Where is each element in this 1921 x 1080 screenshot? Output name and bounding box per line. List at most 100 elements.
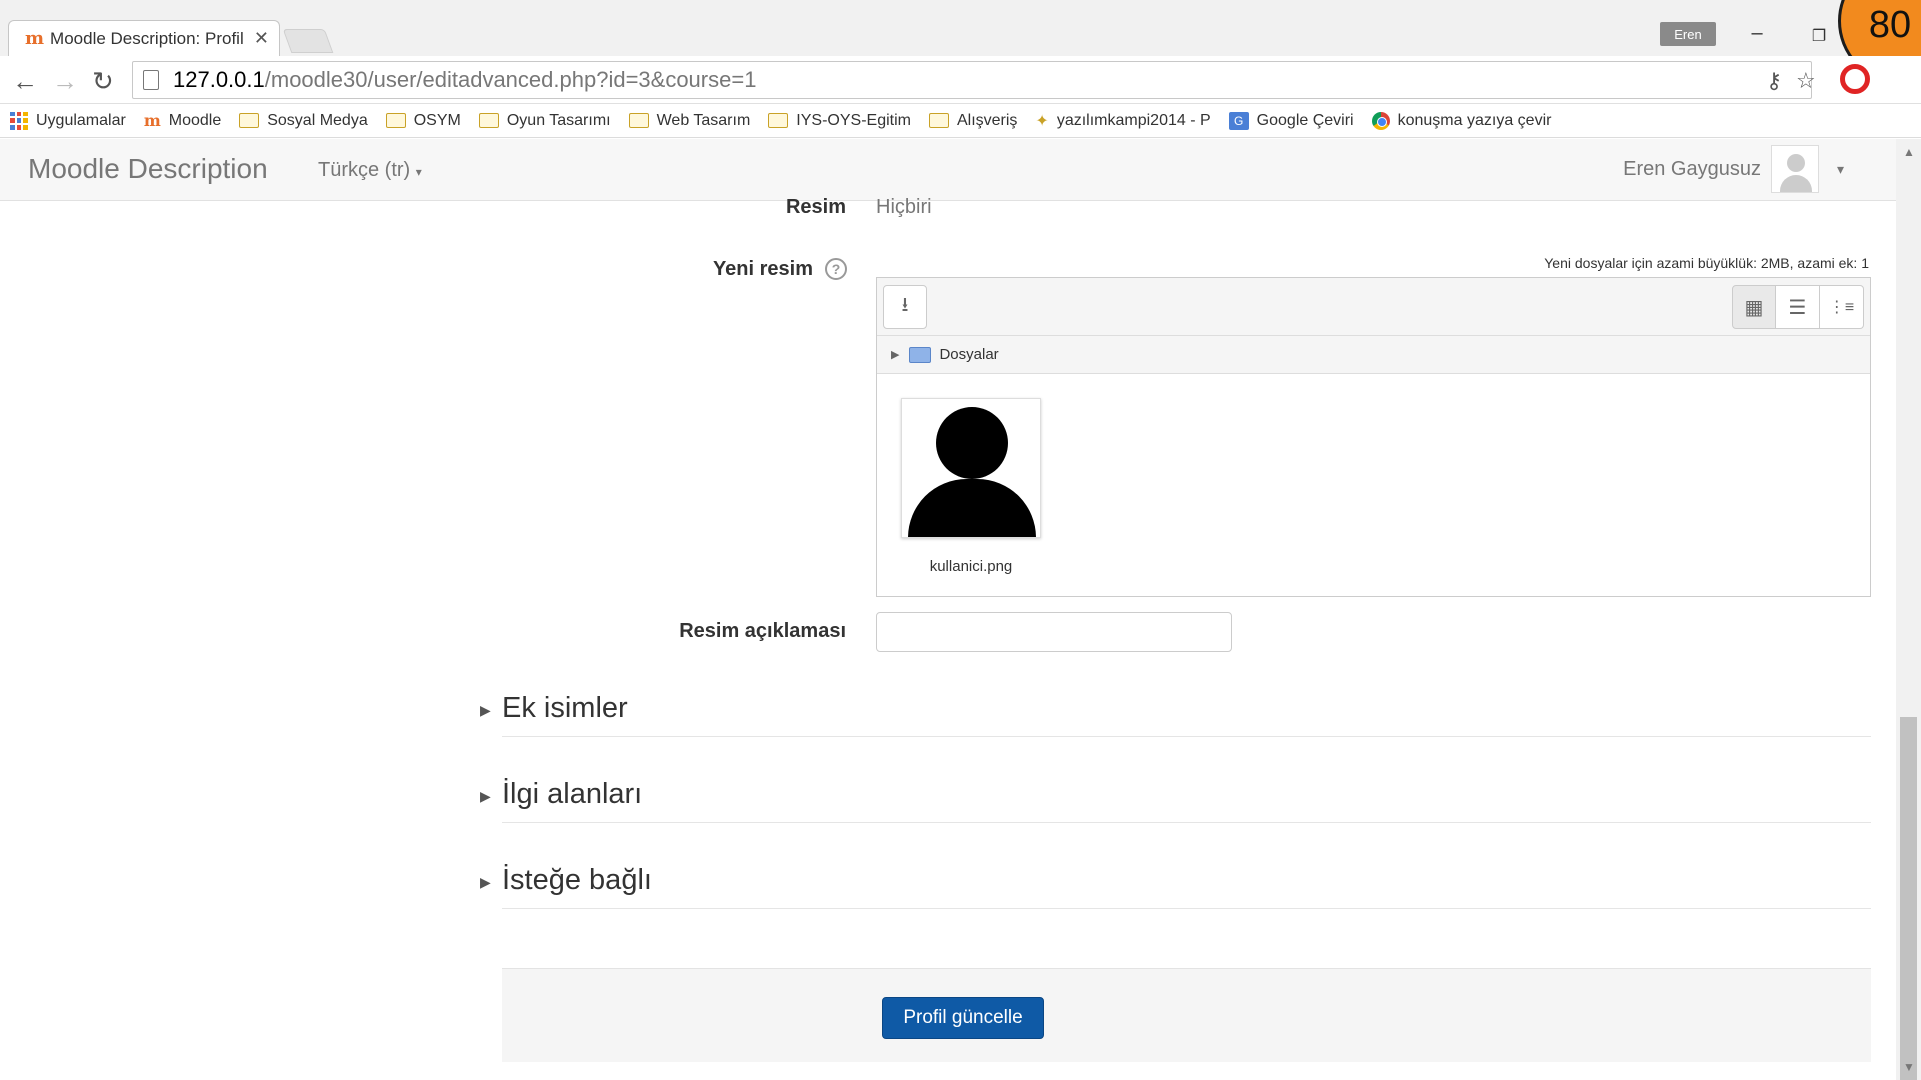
collapse-triangle-icon: ▶ xyxy=(480,788,491,804)
bookmark-star-icon[interactable]: ☆ xyxy=(1796,68,1816,94)
user-menu[interactable]: Eren Gaygusuz ▾ xyxy=(1623,145,1844,193)
max-file-info: Yeni dosyalar için azami büyüklük: 2MB, … xyxy=(1544,255,1869,271)
folder-icon xyxy=(385,113,406,128)
chevron-down-icon: ▾ xyxy=(1836,160,1844,177)
add-file-button[interactable]: ⭳ xyxy=(883,285,927,329)
bookmark-apps[interactable]: Uygulamalar xyxy=(10,111,126,130)
address-bar: ← → ↻ 127.0.0.1/moodle30/user/editadvanc… xyxy=(0,56,1921,104)
folder-icon xyxy=(928,113,949,128)
close-tab-icon[interactable]: ✕ xyxy=(254,28,269,49)
bookmark-label: IYS-OYS-Egitim xyxy=(796,111,911,129)
bookmark-label: Alışveriş xyxy=(956,111,1018,129)
bookmark-folder-web-tasarim[interactable]: Web Tasarım xyxy=(628,111,751,130)
user-name: Eren Gaygusuz xyxy=(1623,157,1761,180)
language-label: Türkçe (tr) xyxy=(318,159,411,181)
section-heading: İsteğe bağlı xyxy=(502,864,652,896)
help-icon[interactable]: ? xyxy=(825,258,847,280)
url-path: /moodle30/user/editadvanced.php?id=3&cou… xyxy=(264,67,757,92)
scrollbar-thumb[interactable] xyxy=(1900,717,1917,1080)
bookmark-label: Uygulamalar xyxy=(36,111,126,129)
folder-icon xyxy=(768,113,789,128)
grid-icon: ▦ xyxy=(1744,296,1764,319)
divider xyxy=(502,736,1871,737)
opera-extension-icon[interactable] xyxy=(1840,64,1870,94)
expand-triangle-icon: ▶ xyxy=(891,349,900,361)
bookmark-folder-sosyal-medya[interactable]: Sosyal Medya xyxy=(239,112,368,130)
folder-icon xyxy=(478,113,499,128)
scroll-down-icon[interactable]: ▼ xyxy=(1903,1060,1915,1074)
site-icon: ✦ xyxy=(1035,112,1049,130)
scroll-up-icon[interactable]: ▲ xyxy=(1903,145,1915,159)
key-icon[interactable]: ⚷ xyxy=(1766,68,1782,94)
bookmark-label: yazılımkampi2014 - P xyxy=(1056,111,1211,129)
collapse-triangle-icon: ▶ xyxy=(480,702,491,718)
bookmarks-bar: Uygulamalar m Moodle Sosyal Medya OSYM O… xyxy=(0,104,1921,138)
browser-profile-chip[interactable]: Eren xyxy=(1660,22,1716,46)
translate-icon: G xyxy=(1228,111,1249,130)
bookmark-label: Google Çeviri xyxy=(1256,111,1354,129)
tree-icon: ⋮≡ xyxy=(1828,299,1855,316)
bookmark-label: Web Tasarım xyxy=(656,111,751,129)
bookmark-label: konuşma yazıya çevir xyxy=(1397,111,1552,129)
section-heading: İlgi alanları xyxy=(502,778,643,810)
file-manager: ⭳ ▦ ☰ ⋮≡ ▶ Dosyalar kullanici.png xyxy=(876,277,1871,597)
download-icon: ⭳ xyxy=(901,294,909,316)
folder-icon xyxy=(239,113,260,128)
new-tab-button[interactable] xyxy=(282,29,334,53)
bookmark-label: OSYM xyxy=(413,111,461,129)
current-picture-value: Hiçbiri xyxy=(876,196,932,218)
bookmark-google-ceviri[interactable]: G Google Çeviri xyxy=(1228,111,1354,130)
url-input[interactable]: 127.0.0.1/moodle30/user/editadvanced.php… xyxy=(132,61,1812,99)
bookmark-moodle[interactable]: m Moodle xyxy=(144,111,221,130)
folder-name: Dosyalar xyxy=(939,346,999,363)
user-silhouette-icon xyxy=(936,407,1008,479)
section-heading: Ek isimler xyxy=(502,692,628,724)
restore-icon[interactable]: ❐ xyxy=(1804,26,1834,46)
section-optional[interactable]: ▶ İsteğe bağlı xyxy=(480,864,1871,909)
picture-description-label: Resim açıklaması xyxy=(679,620,846,642)
bookmark-label: Oyun Tasarımı xyxy=(506,111,611,129)
folder-icon xyxy=(909,346,932,363)
collapse-triangle-icon: ▶ xyxy=(480,874,491,890)
icon-view-button[interactable]: ▦ xyxy=(1732,285,1776,329)
bookmark-yazilimkampi[interactable]: ✦ yazılımkampi2014 - P xyxy=(1035,111,1210,131)
moodle-favicon-icon: m xyxy=(25,28,45,49)
file-manager-toolbar: ⭳ ▦ ☰ ⋮≡ xyxy=(877,278,1870,336)
section-interests[interactable]: ▶ İlgi alanları xyxy=(480,778,1871,823)
file-item[interactable]: kullanici.png xyxy=(901,398,1041,575)
moodle-icon: m xyxy=(143,111,161,130)
apps-icon xyxy=(10,111,28,130)
folder-icon xyxy=(628,113,649,128)
update-profile-button[interactable]: Profil güncelle xyxy=(882,997,1044,1039)
avatar xyxy=(1770,145,1819,193)
bookmark-folder-alisveris[interactable]: Alışveriş xyxy=(928,111,1018,130)
reload-icon[interactable]: ↻ xyxy=(92,66,114,97)
file-path-breadcrumb[interactable]: ▶ Dosyalar xyxy=(877,336,1870,374)
url-host: 127.0.0.1 xyxy=(173,67,265,92)
bookmark-folder-oyun-tasarimi[interactable]: Oyun Tasarımı xyxy=(478,111,611,130)
divider xyxy=(502,908,1871,909)
bookmark-konusma[interactable]: konuşma yazıya çevir xyxy=(1371,111,1552,130)
site-brand[interactable]: Moodle Description xyxy=(28,153,268,185)
page-scrollbar[interactable]: ▲ ▼ xyxy=(1896,139,1921,1080)
bookmark-folder-iys-oys[interactable]: IYS-OYS-Egitim xyxy=(768,112,911,130)
view-switcher: ▦ ☰ ⋮≡ xyxy=(1732,285,1864,329)
language-menu[interactable]: Türkçe (tr) ▾ xyxy=(318,159,422,182)
current-picture-label: Resim xyxy=(785,196,846,218)
divider xyxy=(502,822,1871,823)
list-icon: ☰ xyxy=(1788,296,1807,319)
user-silhouette-body xyxy=(908,479,1036,537)
forward-icon[interactable]: → xyxy=(52,66,78,97)
back-icon[interactable]: ← xyxy=(12,66,38,97)
bookmark-folder-osym[interactable]: OSYM xyxy=(385,111,461,130)
picture-description-input[interactable] xyxy=(876,612,1232,652)
bookmark-label: Moodle xyxy=(168,111,222,129)
bookmark-label: Sosyal Medya xyxy=(267,111,368,129)
moodle-navbar: Moodle Description Türkçe (tr) ▾ Eren Ga… xyxy=(0,139,1896,201)
section-additional-names[interactable]: ▶ Ek isimler xyxy=(480,692,1871,737)
list-view-button[interactable]: ☰ xyxy=(1776,285,1820,329)
minimize-icon[interactable]: – xyxy=(1742,22,1772,45)
browser-tab[interactable]: m Moodle Description: Profil ✕ xyxy=(8,20,280,56)
browser-tabstrip: m Moodle Description: Profil ✕ Eren – ❐ … xyxy=(0,0,1921,84)
tree-view-button[interactable]: ⋮≡ xyxy=(1820,285,1864,329)
